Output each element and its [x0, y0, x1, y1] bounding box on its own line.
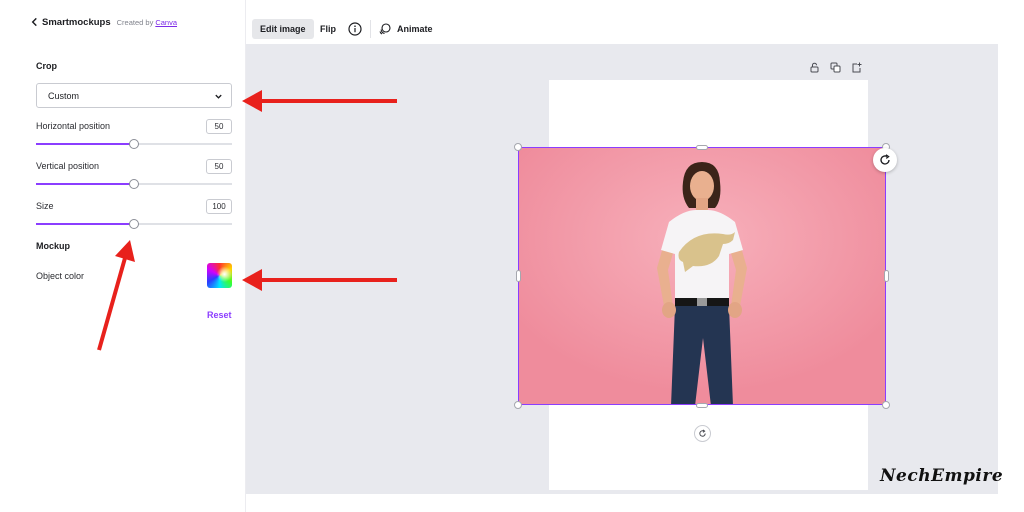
crop-dropdown[interactable]: Custom	[36, 83, 232, 108]
animate-button[interactable]: Animate	[379, 19, 433, 39]
size-slider[interactable]	[36, 219, 232, 229]
info-icon[interactable]	[348, 22, 362, 36]
canva-link[interactable]: Canva	[155, 18, 177, 27]
chevron-down-icon	[215, 94, 222, 99]
created-by-label: Created by	[116, 17, 154, 27]
lock-icon[interactable]	[809, 62, 820, 73]
watermark: NechEmpire	[880, 466, 1004, 486]
resize-handle-bottom[interactable]	[696, 402, 708, 408]
animate-label: Animate	[397, 24, 433, 34]
size-input[interactable]: 100	[206, 199, 232, 214]
slider-fill	[36, 183, 134, 185]
slider-thumb[interactable]	[129, 139, 139, 149]
vertical-position-label: Vertical position	[36, 161, 100, 171]
slider-thumb[interactable]	[129, 219, 139, 229]
app-name: Smartmockups	[42, 16, 111, 28]
mockup-image[interactable]	[518, 147, 886, 405]
replace-refresh-button[interactable]	[873, 148, 897, 172]
back-chevron-icon[interactable]	[30, 17, 39, 27]
add-page-icon[interactable]	[851, 62, 862, 73]
flip-button[interactable]: Flip	[320, 19, 336, 39]
object-color-label: Object color	[36, 271, 85, 281]
crop-section-title: Crop	[36, 61, 57, 71]
toolbar-divider	[370, 20, 371, 38]
vertical-position-slider[interactable]	[36, 179, 232, 189]
rotate-icon	[699, 429, 706, 437]
top-toolbar: Edit image Flip Animate	[246, 0, 1024, 44]
app-window: Smartmockups Created by Canva Crop Custo…	[0, 0, 1024, 512]
duplicate-icon[interactable]	[830, 62, 841, 73]
resize-handle-bottom-left[interactable]	[514, 401, 522, 409]
edit-image-button[interactable]: Edit image	[252, 19, 314, 39]
rotate-icon	[880, 154, 890, 165]
canvas-workspace	[246, 44, 998, 494]
mockup-photo	[519, 148, 885, 404]
panel-header: Smartmockups Created by Canva	[0, 0, 246, 44]
rotate-handle[interactable]	[694, 425, 711, 442]
resize-handle-right[interactable]	[883, 270, 889, 282]
resize-handle-bottom-right[interactable]	[882, 401, 890, 409]
animate-icon	[379, 23, 391, 35]
object-color-swatch[interactable]	[207, 263, 232, 288]
slider-thumb[interactable]	[129, 179, 139, 189]
slider-fill	[36, 223, 134, 225]
slider-fill	[36, 143, 134, 145]
page-tools	[809, 62, 862, 73]
resize-handle-top[interactable]	[696, 144, 708, 150]
mockup-section-title: Mockup	[36, 241, 71, 251]
horizontal-position-slider[interactable]	[36, 139, 232, 149]
smartmockups-panel: Smartmockups Created by Canva Crop Custo…	[0, 0, 246, 512]
horizontal-position-input[interactable]: 50	[206, 119, 232, 134]
reset-button[interactable]: Reset	[207, 310, 232, 320]
size-label: Size	[36, 201, 54, 211]
resize-handle-top-left[interactable]	[514, 143, 522, 151]
vertical-position-input[interactable]: 50	[206, 159, 232, 174]
resize-handle-left[interactable]	[515, 270, 521, 282]
horizontal-position-label: Horizontal position	[36, 121, 111, 131]
crop-dropdown-value: Custom	[48, 90, 80, 101]
